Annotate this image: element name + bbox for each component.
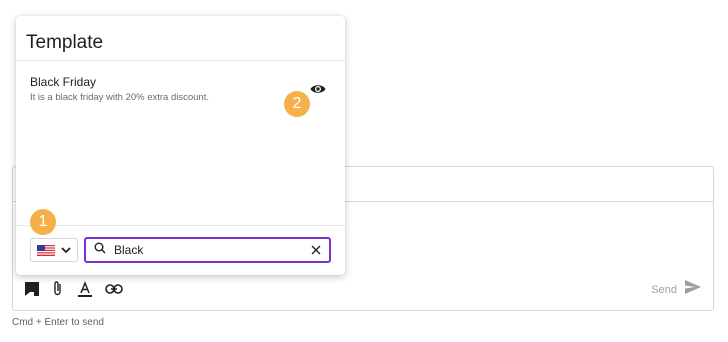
us-flag-icon — [37, 244, 55, 256]
chevron-down-icon — [61, 241, 71, 259]
template-title: Black Friday — [30, 75, 97, 89]
text-format-icon[interactable] — [74, 278, 96, 300]
step-badge-1: 1 — [30, 209, 56, 235]
template-description: It is a black friday with 20% extra disc… — [30, 92, 209, 103]
search-input[interactable] — [112, 242, 311, 258]
send-button[interactable]: Send — [651, 280, 701, 299]
search-icon — [94, 241, 106, 259]
composer-toolbar: Send — [13, 276, 713, 304]
close-icon[interactable] — [311, 245, 321, 255]
link-icon[interactable] — [103, 278, 125, 300]
attachment-icon[interactable] — [47, 278, 69, 300]
popup-divider — [16, 60, 345, 61]
send-shortcut-hint: Cmd + Enter to send — [12, 317, 104, 328]
send-label: Send — [651, 283, 677, 296]
popup-footer-divider — [16, 225, 345, 226]
template-popup: Template Black Friday It is a black frid… — [16, 16, 345, 275]
popup-title: Template — [26, 32, 104, 53]
send-icon — [685, 280, 701, 299]
step-badge-2: 2 — [284, 91, 310, 117]
country-selector[interactable] — [30, 238, 78, 262]
template-icon[interactable] — [21, 278, 43, 300]
eye-icon[interactable] — [310, 82, 326, 94]
template-search[interactable] — [84, 237, 331, 263]
